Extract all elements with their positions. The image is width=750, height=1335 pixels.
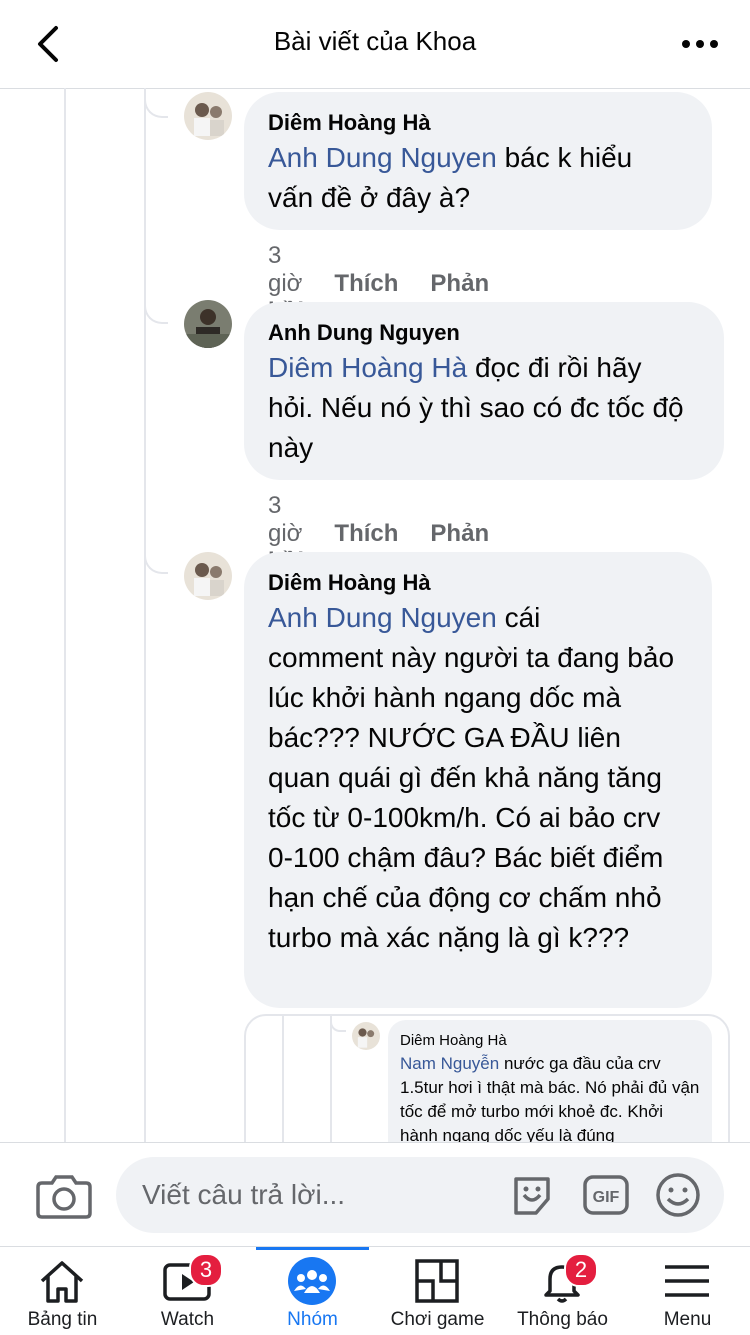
reply-placeholder: Viết câu trả lời... (142, 1179, 346, 1210)
home-icon (40, 1261, 84, 1303)
notification-badge: 2 (564, 1253, 598, 1287)
comment-bubble[interactable]: Diêm Hoàng Hà Anh Dung Nguyen cái comment… (244, 552, 712, 1008)
tab-watch[interactable]: 3 Watch (125, 1247, 250, 1335)
top-header: Bài viết của Khoa (0, 0, 750, 89)
more-options-icon[interactable] (678, 22, 722, 66)
like-button[interactable]: Thích (334, 520, 398, 547)
bottom-tab-bar: Bảng tin 3 Watch Nhóm Chơi game 2 Thông … (0, 1246, 750, 1335)
reply-connector (144, 92, 168, 118)
sticker-icon[interactable] (508, 1171, 556, 1219)
comment-bubble[interactable]: Diêm Hoàng Hà Anh Dung Nguyen bác k hiểu… (244, 92, 712, 230)
comment-author[interactable]: Diêm Hoàng Hà (268, 568, 688, 598)
comment-author[interactable]: Anh Dung Nguyen (268, 318, 700, 348)
svg-text:GIF: GIF (593, 1189, 620, 1206)
reply-connector (144, 548, 168, 574)
embed-reply-connector (330, 1016, 346, 1032)
comment-text: Anh Dung Nguyen cái comment này người ta … (268, 602, 675, 953)
embedded-text: Nam Nguyễn nước ga đầu của crv 1.5tur hơ… (400, 1054, 700, 1145)
avatar[interactable] (184, 92, 232, 140)
comment-time: 3 giờ (268, 492, 303, 547)
mention-link[interactable]: Diêm Hoàng Hà (268, 352, 467, 383)
tab-gaming[interactable]: Chơi game (375, 1247, 500, 1335)
comment-time: 3 giờ (268, 242, 303, 297)
thread-line-outer (64, 88, 66, 1142)
tab-label: Bảng tin (27, 1309, 98, 1330)
reply-connector (144, 298, 168, 324)
like-button[interactable]: Thích (334, 270, 398, 297)
avatar[interactable] (184, 552, 232, 600)
thread-line-inner (144, 88, 146, 1142)
groups-icon (288, 1257, 336, 1305)
page-title: Bài viết của Khoa (273, 26, 477, 56)
comment-author[interactable]: Diêm Hoàng Hà (268, 108, 688, 138)
embedded-author: Diêm Hoàng Hà (400, 1032, 507, 1049)
tab-notifications[interactable]: 2 Thông báo (500, 1247, 625, 1335)
avatar (352, 1022, 380, 1050)
gif-icon[interactable]: GIF (582, 1171, 630, 1219)
tab-label: Watch (160, 1309, 215, 1330)
embedded-mention: Nam Nguyễn (400, 1054, 500, 1073)
tab-news-feed[interactable]: Bảng tin (0, 1247, 125, 1335)
mention-link[interactable]: Anh Dung Nguyen (268, 602, 497, 633)
tab-groups[interactable]: Nhóm (250, 1247, 375, 1335)
avatar[interactable] (184, 300, 232, 348)
comment-bubble[interactable]: Anh Dung Nguyen Diêm Hoàng Hà đọc đi rồi… (244, 302, 724, 480)
notification-badge: 3 (189, 1253, 223, 1287)
mention-link[interactable]: Anh Dung Nguyen (268, 142, 497, 173)
tab-label: Menu (663, 1309, 712, 1330)
tab-label: Chơi game (390, 1309, 485, 1330)
reply-input[interactable]: Viết câu trả lời... GIF (116, 1157, 724, 1233)
camera-icon[interactable] (36, 1171, 92, 1219)
tab-menu[interactable]: Menu (625, 1247, 750, 1335)
tab-label: Nhóm (287, 1309, 338, 1330)
gaming-icon (415, 1259, 459, 1303)
menu-icon (665, 1265, 709, 1297)
reply-composer: Viết câu trả lời... GIF (0, 1142, 750, 1247)
tab-label: Thông báo (517, 1309, 608, 1330)
comment-text: Diêm Hoàng Hà đọc đi rồi hãy hỏi. Nếu nó … (268, 352, 684, 463)
comment-text: Anh Dung Nguyen bác k hiểu vấn đề ở đây à… (268, 142, 633, 213)
emoji-icon[interactable] (654, 1171, 702, 1219)
